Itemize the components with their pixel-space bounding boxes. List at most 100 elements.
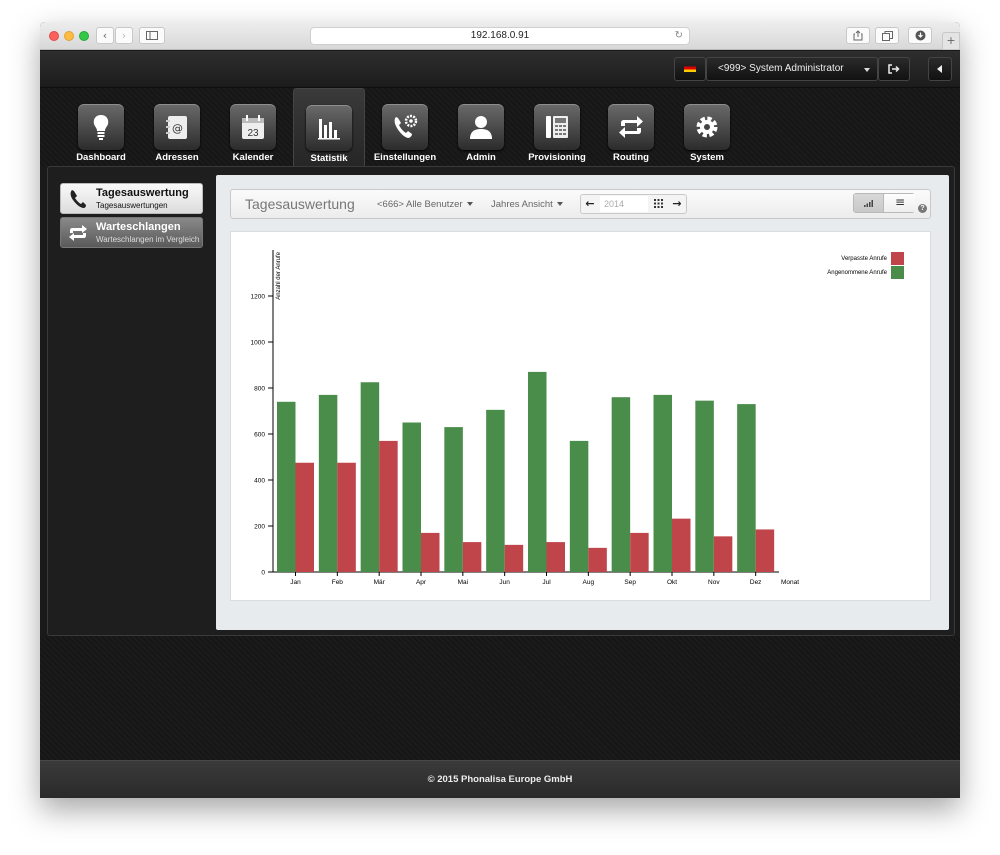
url-text: 192.168.0.91 (470, 30, 530, 41)
chevron-right-icon: › (121, 29, 127, 42)
content-area: Tagesauswertung Tagesauswertungen Wartes… (47, 166, 955, 636)
chevron-left-icon: ‹ (102, 29, 108, 42)
y-tick-label: 600 (254, 432, 265, 439)
bar-missed (755, 529, 775, 572)
downloads-button[interactable] (908, 27, 932, 44)
address-bar[interactable]: 192.168.0.91 ↻ (310, 27, 690, 45)
view-mode-dropdown[interactable]: Jahres Ansicht (491, 199, 563, 210)
close-window-button[interactable] (49, 31, 59, 41)
tabs-icon (881, 31, 893, 41)
y-tick-label: 1000 (251, 340, 266, 347)
nav-label: Adressen (155, 152, 199, 163)
x-tick-label: Okt (667, 579, 677, 586)
minimize-window-button[interactable] (64, 31, 74, 41)
y-tick-label: 200 (254, 524, 265, 531)
table-view-button[interactable]: ≡ (885, 194, 915, 212)
chevron-down-icon (864, 68, 870, 72)
phone-settings-icon (394, 114, 418, 138)
previous-year-button[interactable]: ← (581, 195, 599, 213)
bar-missed (504, 544, 524, 572)
desk-phone-icon (546, 116, 568, 138)
list-icon: ≡ (894, 195, 906, 209)
nav-item-statistik[interactable]: Statistik (293, 88, 365, 166)
sidebar: Tagesauswertung Tagesauswertungen Wartes… (60, 183, 203, 251)
help-icon[interactable]: ? (918, 204, 927, 213)
sidebar-item-tagesauswertung[interactable]: Tagesauswertung Tagesauswertungen (60, 183, 203, 214)
sidebar-item-subtitle: Tagesauswertungen (96, 201, 168, 210)
plus-icon: + (946, 34, 956, 47)
forward-button[interactable]: › (115, 27, 133, 44)
nav-item-provisioning[interactable]: Provisioning (521, 88, 593, 166)
bar-accepted (486, 409, 505, 572)
legend-label: Angenommene Anrufe (827, 270, 887, 276)
sidebar-item-title: Warteschlangen (96, 221, 181, 233)
sidebar-icon (146, 31, 158, 40)
grid-icon (653, 199, 663, 208)
nav-label: Routing (613, 152, 649, 163)
sidebar-toggle-button[interactable] (139, 27, 165, 44)
nav-label: Einstellungen (373, 152, 437, 163)
page-title: Tagesauswertung (245, 196, 355, 212)
year-picker-button[interactable] (649, 195, 667, 213)
logout-button[interactable] (878, 57, 910, 81)
arrow-left-icon: ← (585, 197, 595, 210)
bar-missed (713, 536, 733, 572)
bar-chart-icon (318, 119, 340, 140)
x-tick-label: Jul (542, 579, 551, 586)
gear-icon (696, 116, 718, 138)
user-filter-dropdown[interactable]: <666> Alle Benutzer (377, 199, 473, 210)
sidebar-item-subtitle: Warteschlangen im Vergleich (96, 235, 200, 244)
sidebar-item-warteschlangen[interactable]: Warteschlangen Warteschlangen im Verglei… (60, 217, 203, 248)
x-tick-label: Nov (708, 579, 720, 586)
nav-item-system[interactable]: System (671, 88, 743, 166)
x-tick-label: Dez (750, 579, 762, 586)
next-year-button[interactable]: → (668, 195, 686, 213)
bar-accepted (528, 371, 547, 572)
share-icon (853, 30, 863, 41)
german-flag-icon (684, 64, 696, 73)
legend-swatch (891, 252, 904, 265)
new-tab-button[interactable]: + (942, 32, 960, 50)
nav-item-kalender[interactable]: 23 Kalender (217, 88, 289, 166)
user-menu-dropdown[interactable]: <999> System Administrator (706, 57, 878, 81)
x-tick-label: Feb (332, 579, 344, 586)
statistics-toolbar: Tagesauswertung <666> Alle Benutzer Jahr… (230, 189, 931, 219)
nav-label: Statistik (310, 153, 348, 164)
bar-accepted (611, 397, 631, 572)
address-book-icon: @ (166, 116, 187, 139)
logout-icon (888, 64, 900, 74)
nav-item-adressen[interactable]: @ Adressen (141, 88, 213, 166)
bar-accepted (360, 382, 380, 572)
phone-icon (70, 190, 86, 208)
bar-accepted (318, 394, 338, 572)
nav-item-admin[interactable]: Admin (445, 88, 517, 166)
nav-item-dashboard[interactable]: Dashboard (65, 88, 137, 166)
bar-missed (588, 547, 607, 572)
language-button[interactable] (674, 57, 706, 81)
lightbulb-icon (93, 115, 109, 140)
nav-item-routing[interactable]: Routing (595, 88, 667, 166)
bar-accepted (737, 404, 756, 572)
nav-item-einstellungen[interactable]: Einstellungen (369, 88, 441, 166)
tabs-button[interactable] (875, 27, 899, 44)
x-tick-label: Jun (499, 579, 510, 586)
y-tick-label: 0 (261, 570, 265, 577)
x-tick-label: Jan (290, 579, 301, 586)
chart-view-button[interactable] (854, 194, 884, 212)
svg-text:@: @ (172, 122, 183, 135)
y-tick-label: 800 (254, 386, 265, 393)
collapse-button[interactable] (928, 57, 952, 81)
download-icon (915, 30, 925, 41)
share-button[interactable] (846, 27, 870, 44)
year-input[interactable]: 2014 (600, 196, 648, 212)
nav-label: Admin (466, 152, 496, 163)
reload-icon[interactable]: ↻ (675, 28, 683, 44)
bar-accepted (277, 401, 296, 572)
signal-bars-icon (864, 200, 873, 207)
year-navigator: ← 2014 → (580, 194, 687, 214)
back-button[interactable]: ‹ (96, 27, 114, 44)
x-tick-label: Apr (416, 579, 427, 586)
sidebar-item-title: Tagesauswertung (96, 187, 189, 199)
view-mode-label: Jahres Ansicht (491, 199, 553, 210)
zoom-window-button[interactable] (79, 31, 89, 41)
